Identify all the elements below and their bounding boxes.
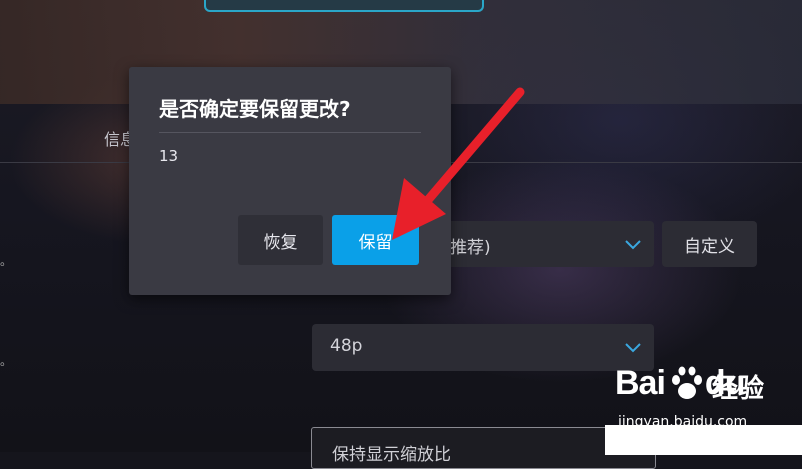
chevron-down-icon: [625, 240, 641, 250]
dialog-title: 是否确定要保留更改?: [159, 97, 351, 121]
refresh-rate-value: 48p: [330, 336, 363, 356]
confirm-changes-dialog: 是否确定要保留更改? 13 恢复 保留: [129, 67, 451, 295]
refresh-rate-select[interactable]: 48p: [312, 324, 654, 371]
custom-button[interactable]: 自定义: [662, 221, 757, 267]
scale-mode-value: 保持显示缩放比: [332, 445, 451, 465]
revert-button[interactable]: 恢复: [238, 215, 323, 265]
scaling-select-value: 推荐): [450, 238, 491, 258]
paw-icon: [672, 366, 702, 399]
dialog-divider: [159, 132, 421, 133]
baidu-jingyan-watermark: Bai du 经验 jingyan.baidu.com: [615, 364, 797, 434]
top-tab-button[interactable]: [204, 0, 484, 12]
countdown-text: 13: [159, 147, 179, 165]
scaling-select[interactable]: 推荐): [420, 221, 654, 267]
watermark-product: 经验: [712, 374, 765, 404]
side-mark: 。: [0, 254, 13, 268]
chevron-down-icon: [625, 343, 641, 353]
keep-button[interactable]: 保留: [332, 215, 419, 265]
side-mark: 。: [0, 354, 13, 368]
watermark-url: jingyan.baidu.com: [618, 414, 748, 430]
